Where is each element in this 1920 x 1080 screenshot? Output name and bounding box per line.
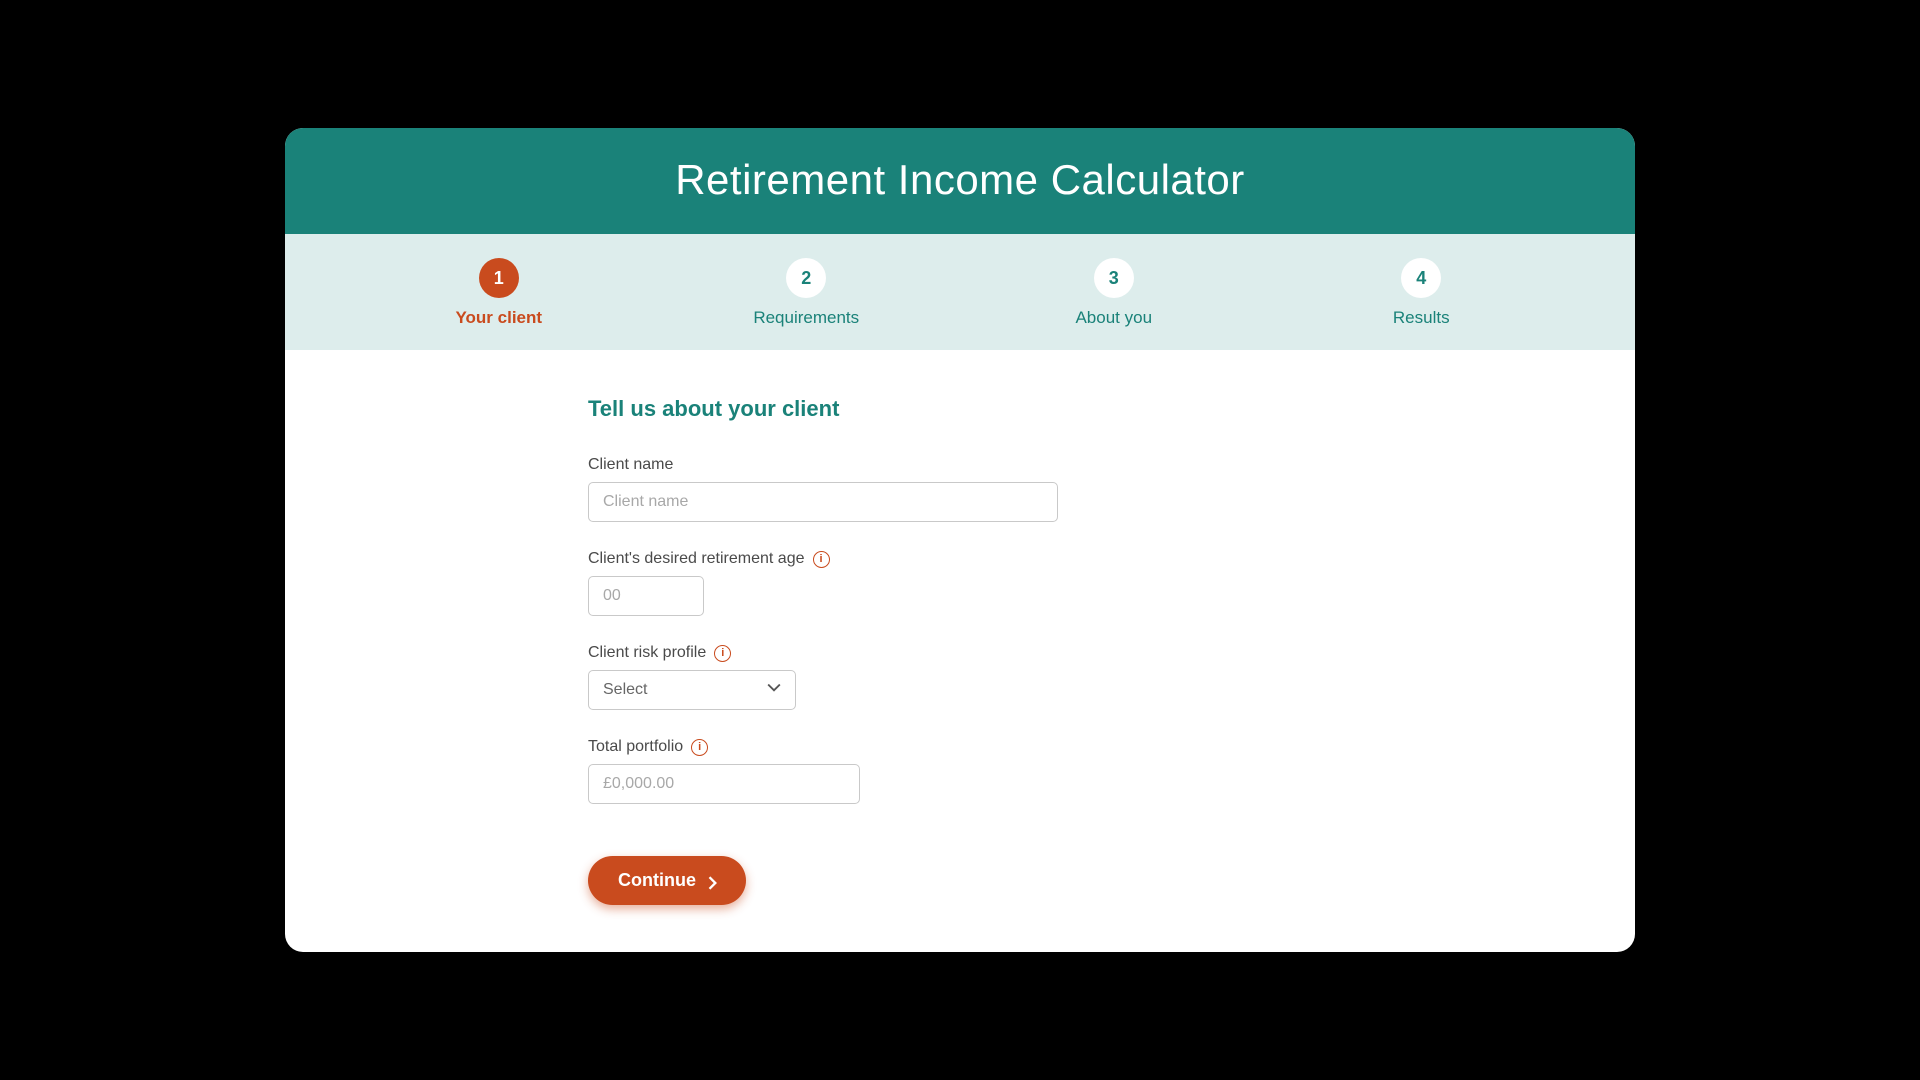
step-label: Requirements: [753, 308, 859, 328]
step-your-client[interactable]: 1 Your client: [419, 258, 579, 328]
chevron-down-icon: [767, 683, 781, 697]
form-content: Tell us about your client Client name Cl…: [285, 350, 1635, 952]
continue-button[interactable]: Continue: [588, 856, 746, 905]
label-client-name: Client name: [588, 456, 1108, 474]
calculator-card: Retirement Income Calculator 1 Your clie…: [285, 128, 1635, 952]
header-bar: Retirement Income Calculator: [285, 128, 1635, 234]
label-total-portfolio: Total portfolio i: [588, 738, 1108, 756]
step-number: 2: [786, 258, 826, 298]
step-label: About you: [1075, 308, 1152, 328]
step-number: 4: [1401, 258, 1441, 298]
section-title: Tell us about your client: [588, 396, 1108, 422]
form-wrap: Tell us about your client Client name Cl…: [588, 396, 1108, 912]
field-risk-profile: Client risk profile i Select: [588, 644, 1108, 710]
select-value: Select: [603, 681, 647, 699]
label-risk-profile: Client risk profile i: [588, 644, 1108, 662]
info-icon[interactable]: i: [813, 551, 830, 568]
retirement-age-input[interactable]: [588, 576, 704, 616]
field-client-name: Client name: [588, 456, 1108, 522]
label-retirement-age: Client's desired retirement age i: [588, 550, 1108, 568]
info-icon[interactable]: i: [714, 645, 731, 662]
risk-profile-select[interactable]: Select: [588, 670, 796, 710]
step-about-you[interactable]: 3 About you: [1034, 258, 1194, 328]
step-label: Results: [1393, 308, 1450, 328]
chevron-right-icon: [708, 874, 718, 888]
step-number: 1: [479, 258, 519, 298]
step-label: Your client: [455, 308, 542, 328]
step-results[interactable]: 4 Results: [1341, 258, 1501, 328]
continue-label: Continue: [618, 870, 696, 891]
field-retirement-age: Client's desired retirement age i: [588, 550, 1108, 616]
info-icon[interactable]: i: [691, 739, 708, 756]
step-requirements[interactable]: 2 Requirements: [726, 258, 886, 328]
page-title: Retirement Income Calculator: [285, 156, 1635, 204]
stepper: 1 Your client 2 Requirements 3 About you…: [285, 234, 1635, 350]
field-total-portfolio: Total portfolio i: [588, 738, 1108, 804]
total-portfolio-input[interactable]: [588, 764, 860, 804]
client-name-input[interactable]: [588, 482, 1058, 522]
step-number: 3: [1094, 258, 1134, 298]
